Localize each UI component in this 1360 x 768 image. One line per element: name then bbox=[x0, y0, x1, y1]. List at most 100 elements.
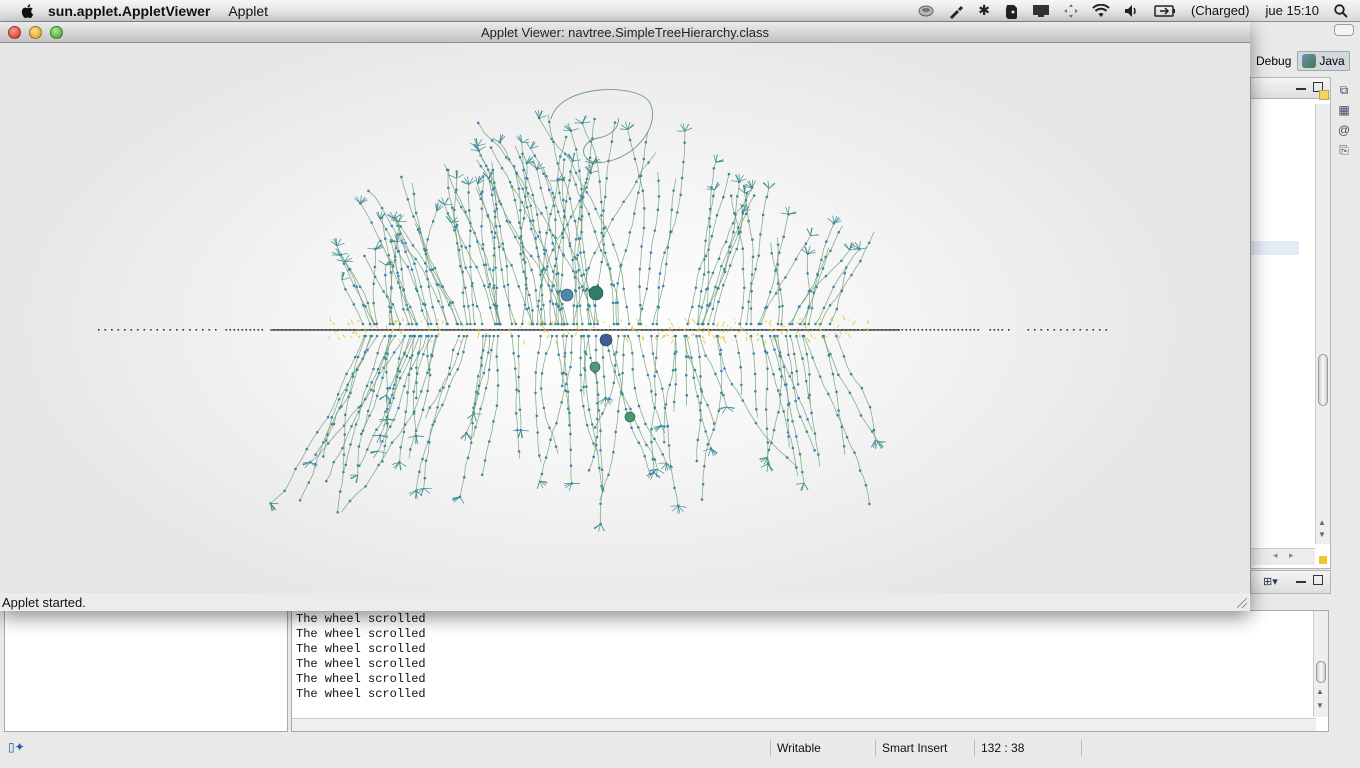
spine-node bbox=[493, 329, 496, 331]
tree-node bbox=[608, 397, 611, 400]
tree-node bbox=[798, 452, 802, 456]
leaf-stroke bbox=[745, 339, 748, 342]
tree-node bbox=[545, 231, 548, 235]
wifi-icon[interactable] bbox=[1092, 3, 1110, 18]
toolbar-toggle-button[interactable] bbox=[1334, 24, 1354, 36]
console-scroll-thumb[interactable] bbox=[1316, 661, 1326, 683]
tree-node bbox=[631, 351, 634, 355]
scroll-down-arrow-icon[interactable]: ▼ bbox=[1318, 530, 1326, 539]
tree-node bbox=[307, 481, 311, 484]
spotlight-icon[interactable] bbox=[1334, 3, 1348, 18]
pen-tool-icon[interactable] bbox=[948, 3, 964, 19]
display-icon[interactable] bbox=[1032, 4, 1050, 18]
applet-title-bar[interactable]: Applet Viewer: navtree.SimpleTreeHierarc… bbox=[0, 22, 1250, 43]
leaf-stroke bbox=[657, 331, 661, 335]
warning-marker-icon[interactable] bbox=[1319, 556, 1327, 564]
console-maximize-icon[interactable] bbox=[1313, 575, 1323, 585]
tree-node bbox=[711, 307, 715, 311]
tree-node bbox=[593, 304, 596, 307]
leaf-stroke bbox=[848, 333, 851, 338]
leaf-stroke bbox=[806, 330, 809, 332]
console-scroll-up-icon[interactable]: ▲ bbox=[1316, 687, 1324, 696]
spine-node bbox=[182, 329, 185, 331]
tree-visualization[interactable] bbox=[0, 43, 1250, 593]
console-view[interactable]: The wheel scrolled The wheel scrolled Th… bbox=[291, 610, 1329, 732]
console-horizontal-scrollbar[interactable] bbox=[292, 718, 1316, 731]
tree-node bbox=[706, 322, 710, 326]
tree-branch bbox=[627, 335, 667, 464]
tree-node bbox=[526, 192, 530, 195]
resize-grip-icon[interactable] bbox=[1237, 598, 1247, 608]
tree-node bbox=[657, 306, 660, 309]
minimize-view-icon[interactable] bbox=[1296, 82, 1306, 90]
selected-outline-row[interactable] bbox=[1251, 241, 1299, 255]
fan-leaf bbox=[859, 241, 861, 250]
fan-leaf bbox=[598, 397, 606, 403]
tree-branch bbox=[758, 214, 789, 325]
perspective-java-button[interactable]: Java bbox=[1297, 51, 1350, 71]
tree-node bbox=[554, 236, 557, 240]
tree-node bbox=[700, 390, 704, 393]
tree-node bbox=[574, 183, 578, 186]
tree-node bbox=[535, 213, 539, 216]
bluetooth-icon[interactable]: ✱ bbox=[978, 2, 990, 19]
tree-node bbox=[338, 490, 342, 493]
tree-node bbox=[576, 253, 579, 257]
scroll-left-arrow-icon[interactable]: ◂ bbox=[1273, 550, 1278, 561]
leaf-stroke bbox=[756, 338, 760, 342]
open-console-icon[interactable]: ⊞▾ bbox=[1263, 575, 1278, 588]
tree-node bbox=[366, 448, 369, 451]
spine-node bbox=[281, 329, 284, 331]
evernote-icon[interactable] bbox=[1004, 3, 1018, 19]
problems-view[interactable] bbox=[4, 610, 288, 732]
scroll-up-arrow-icon[interactable]: ▲ bbox=[1318, 518, 1326, 527]
console-minimize-icon[interactable] bbox=[1296, 575, 1306, 583]
tree-node bbox=[784, 334, 788, 338]
fan-leaf bbox=[657, 468, 665, 474]
restore-view-icon[interactable]: ⧉ bbox=[1337, 83, 1351, 97]
menu-applet[interactable]: Applet bbox=[228, 3, 268, 19]
tree-hierarchy-canvas[interactable] bbox=[0, 43, 1250, 593]
tree-node bbox=[741, 306, 744, 310]
javadoc-icon[interactable]: @ bbox=[1337, 123, 1351, 137]
tree-node bbox=[446, 168, 450, 172]
apple-menu-icon[interactable] bbox=[20, 3, 36, 19]
spine-node bbox=[215, 329, 217, 331]
tree-node bbox=[858, 469, 862, 472]
leaf-stroke bbox=[350, 319, 354, 325]
app-name-menu[interactable]: sun.applet.AppletViewer bbox=[48, 3, 210, 19]
console-scroll-down-icon[interactable]: ▼ bbox=[1316, 701, 1324, 710]
type-hierarchy-icon[interactable]: ▦ bbox=[1337, 103, 1351, 117]
tree-node bbox=[739, 365, 742, 369]
overview-ruler-marker[interactable] bbox=[1319, 90, 1329, 100]
scroll-right-arrow-icon[interactable]: ▸ bbox=[1289, 550, 1294, 561]
declaration-icon[interactable]: ⎘ bbox=[1337, 143, 1351, 157]
volume-icon[interactable] bbox=[1124, 4, 1140, 18]
leaf-stroke bbox=[398, 338, 401, 342]
tree-node bbox=[635, 180, 638, 184]
fan-leaf bbox=[416, 435, 425, 437]
tree-node bbox=[555, 334, 558, 338]
tree-node bbox=[742, 286, 746, 290]
tree-node bbox=[654, 356, 658, 360]
menubar-clock[interactable]: jue 15:10 bbox=[1266, 3, 1320, 18]
tree-node bbox=[587, 266, 591, 270]
spine-node bbox=[693, 329, 696, 331]
outline-horizontal-scrollbar[interactable]: ◂ ▸ bbox=[1251, 548, 1315, 565]
move-arrows-icon[interactable] bbox=[1063, 3, 1078, 18]
leaf-stroke bbox=[458, 339, 462, 343]
perspective-debug-button[interactable]: Debug bbox=[1252, 52, 1295, 70]
outline-scroll-thumb[interactable] bbox=[1318, 354, 1328, 406]
tree-node bbox=[767, 448, 771, 452]
tree-node bbox=[388, 425, 392, 428]
tree-node bbox=[409, 356, 412, 360]
outline-vertical-scrollbar[interactable]: ▲ ▼ bbox=[1315, 104, 1330, 544]
fast-view-icon[interactable]: ▯✦ bbox=[8, 740, 25, 754]
fan-leaf bbox=[875, 439, 882, 446]
console-vertical-scrollbar[interactable]: ▲ ▼ bbox=[1313, 611, 1328, 717]
tree-node bbox=[843, 271, 847, 275]
spine-node bbox=[1034, 329, 1036, 331]
battery-icon[interactable] bbox=[1154, 4, 1176, 17]
coffee-cup-icon[interactable] bbox=[918, 4, 934, 18]
tree-node bbox=[536, 431, 539, 434]
